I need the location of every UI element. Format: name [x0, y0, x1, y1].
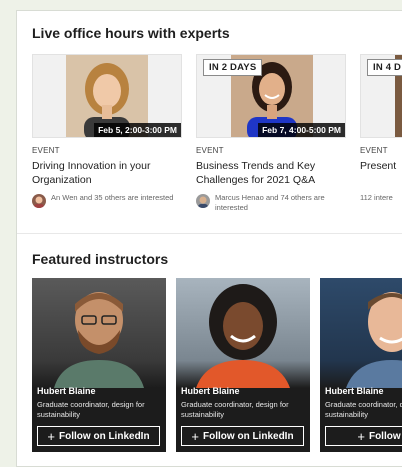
event-card[interactable]: IN 4 D EVENT Present 112 intere [360, 54, 402, 203]
instructor-role: Graduate coordinator, design for sustain… [325, 400, 402, 419]
event-thumbnail[interactable]: IN 2 DAYS Feb 7, 4:00-5:00 PM [196, 54, 346, 138]
event-interest: An Wen and 35 others are interested [32, 193, 182, 208]
avatar [32, 194, 46, 208]
event-badge: IN 4 D [367, 59, 402, 76]
plus-icon: + [357, 428, 365, 444]
instructor-role: Graduate coordinator, design for sustain… [181, 400, 289, 419]
follow-button[interactable]: + Follow on [325, 426, 402, 446]
instructor-photo [32, 278, 166, 388]
follow-label: Follow on [368, 430, 402, 442]
content-card: Live office hours with experts Feb 5, 2:… [16, 10, 402, 467]
instructor-role: Graduate coordinator, design for sustain… [37, 400, 145, 419]
event-card[interactable]: IN 2 DAYS Feb 7, 4:00-5:00 PM EVENT Busi… [196, 54, 346, 213]
plus-icon: + [47, 428, 56, 444]
event-date: Feb 7, 4:00-5:00 PM [258, 123, 345, 137]
instructor-card[interactable]: Hubert Blaine Graduate coordinator, desi… [320, 278, 402, 452]
event-title[interactable]: Present [360, 160, 402, 187]
event-thumbnail[interactable]: IN 4 D [360, 54, 402, 138]
event-kind: EVENT [32, 146, 60, 155]
plus-icon: + [191, 428, 200, 444]
follow-button[interactable]: + Follow on LinkedIn [37, 426, 160, 446]
event-thumbnail[interactable]: Feb 5, 2:00-3:00 PM [32, 54, 182, 138]
event-title[interactable]: Business Trends and Key Challenges for 2… [196, 160, 346, 187]
event-title[interactable]: Driving Innovation in your Organization [32, 160, 182, 187]
interest-text: 112 intere [360, 193, 393, 202]
instructor-photo [176, 278, 310, 388]
instructor-name: Hubert Blaine [37, 386, 96, 396]
instructor-name: Hubert Blaine [325, 386, 384, 396]
event-kind: EVENT [360, 146, 388, 155]
follow-label: Follow on LinkedIn [59, 430, 150, 442]
featured-instructors-title: Featured instructors [32, 251, 169, 267]
office-hours-title: Live office hours with experts [32, 25, 230, 41]
section-divider [17, 233, 402, 234]
follow-button[interactable]: + Follow on LinkedIn [181, 426, 304, 446]
interest-text: An Wen and 35 others are interested [51, 193, 174, 202]
instructor-card[interactable]: Hubert Blaine Graduate coordinator, desi… [32, 278, 166, 452]
event-badge: IN 2 DAYS [203, 59, 263, 76]
event-kind: EVENT [196, 146, 224, 155]
instructor-name: Hubert Blaine [181, 386, 240, 396]
event-date: Feb 5, 2:00-3:00 PM [94, 123, 181, 137]
event-interest: 112 intere [360, 193, 402, 203]
event-interest: Marcus Henao and 74 others are intereste… [196, 193, 346, 213]
instructor-card[interactable]: Hubert Blaine Graduate coordinator, desi… [176, 278, 310, 452]
interest-text: Marcus Henao and 74 others are intereste… [215, 193, 325, 212]
instructor-photo [320, 278, 402, 388]
follow-label: Follow on LinkedIn [203, 430, 294, 442]
avatar [196, 194, 210, 208]
event-card[interactable]: Feb 5, 2:00-3:00 PM EVENT Driving Innova… [32, 54, 182, 208]
